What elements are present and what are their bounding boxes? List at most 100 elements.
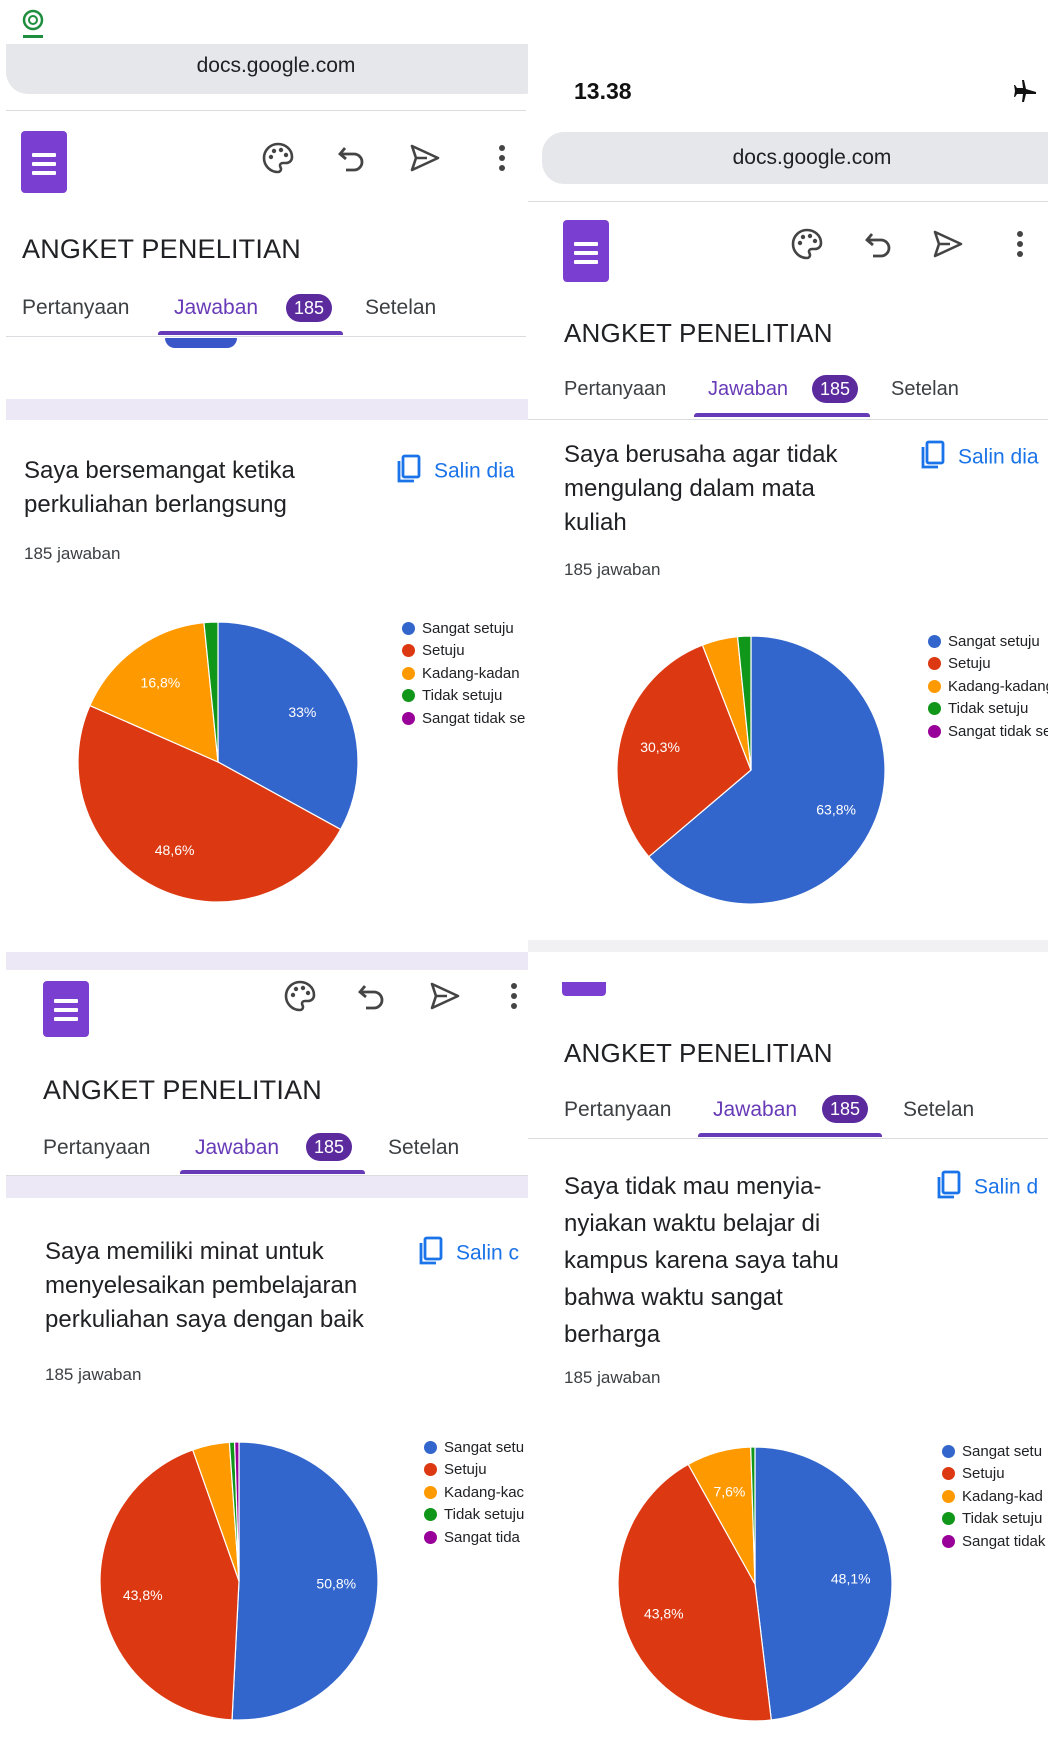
- legend-swatch: [928, 679, 941, 693]
- section-gap: [6, 1176, 528, 1198]
- response-count: 185 jawaban: [45, 1365, 142, 1384]
- tab-questions[interactable]: Pertanyaan: [564, 1098, 671, 1122]
- tab-responses[interactable]: Jawaban: [708, 378, 788, 401]
- copy-icon: [418, 1236, 444, 1272]
- url-bar[interactable]: docs.google.com: [542, 132, 1048, 184]
- form-title: ANGKET PENELITIAN: [564, 1038, 833, 1068]
- legend-kadang-kadang: Kadang-kadang: [928, 675, 1048, 698]
- tab-settings[interactable]: Setelan: [365, 296, 436, 320]
- tab-settings[interactable]: Setelan: [891, 378, 959, 401]
- more-vert-icon[interactable]: [1000, 224, 1040, 264]
- responses-count-badge: 185: [306, 1133, 353, 1161]
- slice-label: 7,6%: [713, 1484, 745, 1500]
- slice-label: 33%: [288, 704, 316, 720]
- response-card-2: Saya berusaha agar tidak mengulang dalam …: [528, 420, 1048, 952]
- legend-sangat-tidak-setuju: Sangat tida: [424, 1526, 524, 1549]
- tab-questions[interactable]: Pertanyaan: [22, 296, 129, 320]
- green-ring-app-icon: [20, 8, 46, 38]
- google-forms-icon[interactable]: [563, 220, 609, 282]
- legend-label: Sangat tida: [444, 1528, 520, 1546]
- chart-legend: Sangat setu Setuju Kadang-kad Tidak setuju S…: [942, 1440, 1045, 1553]
- url-bar[interactable]: docs.google.com: [6, 44, 528, 94]
- copy-chart-button[interactable]: Salin c: [418, 1236, 519, 1272]
- slice-label: 50,8%: [316, 1575, 356, 1591]
- send-icon[interactable]: [425, 976, 465, 1016]
- legend-label: Kadang-kac: [444, 1483, 525, 1501]
- legend-swatch: [424, 1530, 437, 1544]
- legend-swatch: [928, 657, 941, 671]
- undo-icon[interactable]: [859, 224, 899, 264]
- airplane-icon: [1012, 78, 1038, 109]
- copy-icon: [396, 454, 422, 490]
- slice-label: 30,3%: [640, 739, 680, 755]
- legend-setuju: Setuju: [928, 653, 1048, 676]
- legend-swatch: [942, 1444, 955, 1458]
- legend-swatch: [928, 702, 941, 716]
- question-title: Saya memiliki minat untuk menyelesaikan p…: [45, 1238, 364, 1333]
- tab-questions[interactable]: Pertanyaan: [564, 378, 666, 401]
- palette-icon[interactable]: [280, 976, 320, 1016]
- legend-swatch: [424, 1463, 437, 1477]
- panel-top-right-header: 13.38 docs.google.com ANGKET PENELITIAN …: [528, 0, 1048, 420]
- legend-label: Setuju: [962, 1465, 1005, 1483]
- send-icon[interactable]: [928, 224, 968, 264]
- google-forms-icon[interactable]: [43, 981, 89, 1037]
- tab-responses[interactable]: Jawaban: [713, 1098, 797, 1122]
- slice-label: 16,8%: [141, 675, 181, 691]
- legend-label: Kadang-kadan: [422, 664, 520, 682]
- tab-responses[interactable]: Jawaban: [195, 1136, 279, 1160]
- legend-kadang-kadang: Kadang-kad: [942, 1485, 1045, 1508]
- responses-count-badge: 185: [822, 1095, 869, 1123]
- tabs-divider: [528, 1138, 1048, 1139]
- undo-icon[interactable]: [332, 138, 372, 178]
- tab-responses[interactable]: Jawaban: [174, 296, 258, 320]
- forms-icon-partial: [562, 982, 606, 996]
- slice-label: 48,6%: [155, 842, 195, 858]
- legend-swatch: [942, 1467, 955, 1481]
- legend-sangat-tidak-setuju: Sangat tidak se: [402, 707, 525, 730]
- url-text: docs.google.com: [732, 146, 892, 169]
- status-time: 13.38: [574, 78, 632, 104]
- pie-chart: 33% 48,6% 16,8%: [77, 621, 359, 903]
- legend-sangat-setuju: Sangat setuju: [402, 617, 525, 640]
- panel-top-left-header: docs.google.com ANGKET PENELITIAN Pertan…: [0, 0, 528, 420]
- legend-label: Tidak setuju: [948, 700, 1029, 718]
- chart-legend: Sangat setuju Setuju Kadang-kadan Tidak set…: [402, 617, 525, 730]
- more-vert-icon[interactable]: [494, 976, 528, 1016]
- send-icon[interactable]: [405, 138, 445, 178]
- legend-kadang-kadang: Kadang-kadan: [402, 662, 525, 685]
- legend-label: Tidak setuju: [444, 1506, 525, 1524]
- section-gap: [6, 952, 528, 970]
- active-tab-indicator: [158, 331, 343, 335]
- palette-icon[interactable]: [258, 138, 298, 178]
- copy-chart-button[interactable]: Salin dia: [920, 440, 1039, 476]
- scroll-artifact: [165, 338, 237, 348]
- legend-label: Setuju: [948, 655, 991, 673]
- legend-tidak-setuju: Tidak setuju: [424, 1504, 524, 1527]
- legend-kadang-kadang: Kadang-kac: [424, 1481, 524, 1504]
- undo-icon[interactable]: [352, 976, 392, 1016]
- active-tab-indicator: [694, 413, 870, 417]
- copy-chart-button[interactable]: Salin dia: [396, 454, 515, 490]
- response-card-1: Saya bersemangat ketika perkuliahan berla…: [6, 420, 528, 952]
- pie-chart: 63,8% 30,3%: [616, 635, 886, 905]
- legend-label: Sangat tidak: [962, 1532, 1046, 1550]
- palette-icon[interactable]: [787, 224, 827, 264]
- google-forms-icon[interactable]: [21, 131, 67, 193]
- legend-label: Sangat tidak se: [948, 722, 1048, 740]
- form-title: ANGKET PENELITIAN: [43, 1075, 322, 1105]
- copy-chart-button[interactable]: Salin d: [936, 1170, 1038, 1206]
- responses-count-badge: 185: [286, 294, 333, 322]
- form-title: ANGKET PENELITIAN: [564, 318, 833, 348]
- legend-swatch: [402, 689, 415, 703]
- tab-settings[interactable]: Setelan: [388, 1136, 459, 1160]
- panel-bottom-right: ANGKET PENELITIAN Pertanyaan Jawaban 185…: [528, 970, 1048, 1764]
- more-vert-icon[interactable]: [482, 138, 522, 178]
- legend-sangat-tidak-setuju: Sangat tidak: [942, 1530, 1045, 1553]
- tab-settings[interactable]: Setelan: [903, 1098, 974, 1122]
- tab-questions[interactable]: Pertanyaan: [43, 1136, 150, 1160]
- response-count: 185 jawaban: [564, 560, 661, 579]
- legend-swatch: [424, 1508, 437, 1522]
- question-title: Saya tidak mau menyia-nyiakan waktu bela…: [564, 1173, 839, 1348]
- legend-label: Sangat setu: [444, 1438, 525, 1456]
